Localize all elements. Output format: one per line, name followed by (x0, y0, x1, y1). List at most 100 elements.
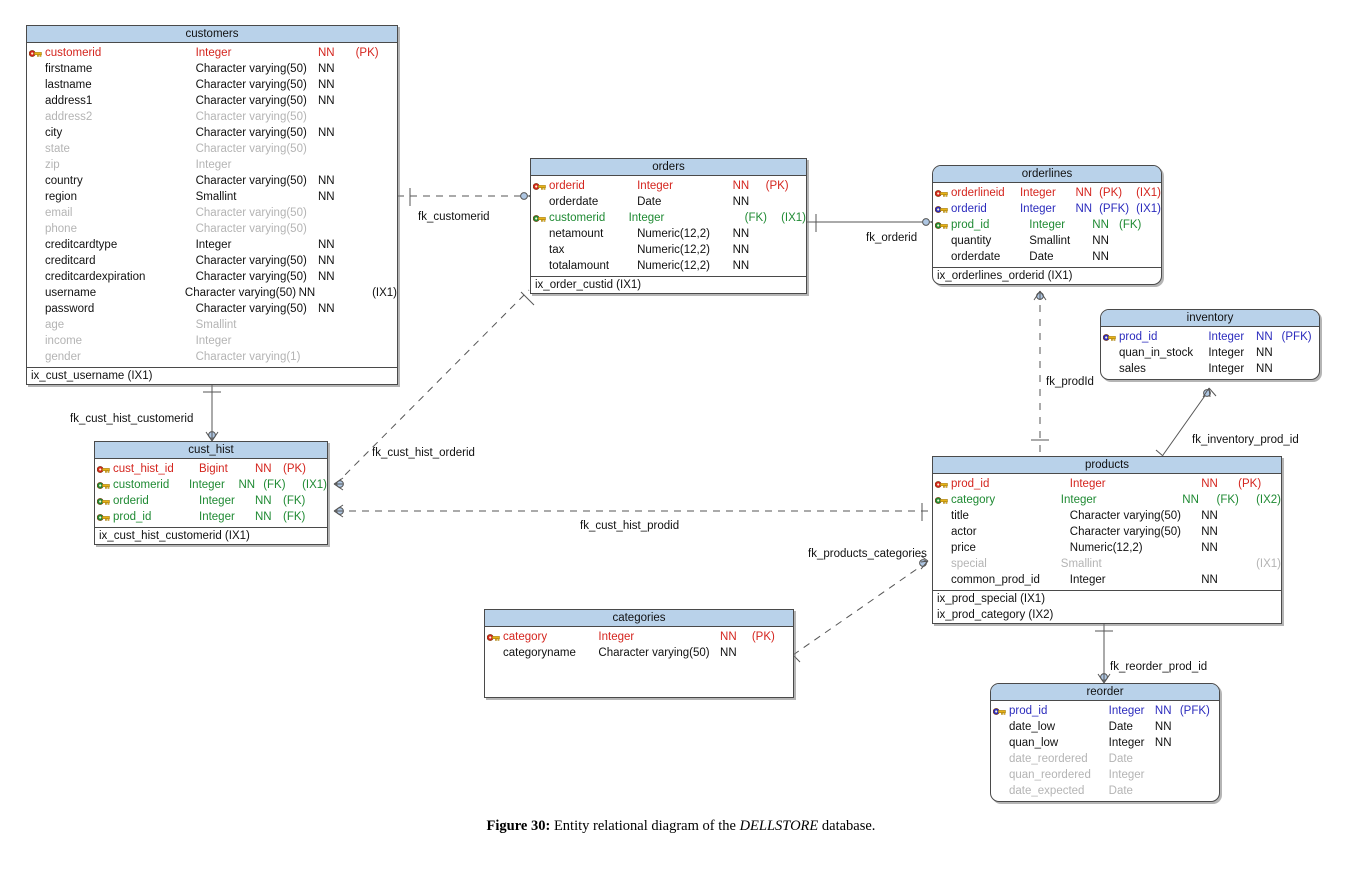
column-row[interactable]: quan_in_stock Integer NN (1101, 345, 1319, 361)
column-row[interactable]: email Character varying(50) (27, 205, 397, 221)
column-row[interactable]: city Character varying(50) NN (27, 125, 397, 141)
column-row[interactable]: username Character varying(50) NN (IX1) (27, 285, 397, 301)
column-row[interactable]: orderdate Date NN (531, 194, 806, 210)
relationship-label-fk_cust_hist_orderid: fk_cust_hist_orderid (372, 447, 475, 459)
column-row[interactable]: prod_id Integer NN (PFK) (991, 703, 1219, 719)
column-type: Date (1108, 753, 1133, 765)
column-name: orderlineid (951, 187, 1005, 199)
column-row[interactable]: address2 Character varying(50) (27, 109, 397, 125)
column-name: category (951, 494, 996, 506)
column-row[interactable]: customerid Integer NN (FK) (IX1) (95, 477, 327, 493)
column-name: quan_reordered (1009, 769, 1091, 781)
column-row[interactable]: phone Character varying(50) (27, 221, 397, 237)
column-row[interactable]: prod_id Integer NN (FK) (95, 509, 327, 525)
column-row[interactable]: password Character varying(50) NN (27, 301, 397, 317)
erd-canvas: customers customerid Integer NN (PK) firstnam… (0, 0, 1362, 875)
column-row[interactable]: orderid Integer NN (FK) (95, 493, 327, 509)
column-row[interactable]: actor Character varying(50) NN (933, 524, 1281, 540)
column-row[interactable]: special Smallint (IX1) (933, 556, 1281, 572)
column-row[interactable]: orderid Integer NN (PK) (531, 178, 806, 194)
relationship-label-fk_customerid: fk_customerid (418, 211, 490, 223)
column-row[interactable]: quantity Smallint NN (933, 233, 1161, 249)
column-row[interactable]: creditcard Character varying(50) NN (27, 253, 397, 269)
link-fk_inventory_prod_id (1155, 387, 1217, 463)
column-name: password (45, 303, 95, 315)
column-type: Integer (1069, 478, 1106, 490)
column-row[interactable]: orderdate Date NN (933, 249, 1161, 265)
relationship-label-fk_reorder_prod_id: fk_reorder_prod_id (1110, 661, 1208, 673)
primary-foreign-key-icon (933, 205, 949, 214)
column-name: category (503, 631, 548, 643)
entity-orderlines[interactable]: orderlines orderlineid Integer NN (PK) (IX1) o… (932, 165, 1162, 285)
column-row[interactable]: cust_hist_id Bigint NN (PK) (95, 461, 327, 477)
column-row[interactable]: zip Integer (27, 157, 397, 173)
index-row: ix_cust_hist_customerid (IX1) (99, 530, 250, 542)
column-name: creditcardexpiration (45, 271, 146, 283)
column-row[interactable]: price Numeric(12,2) NN (933, 540, 1281, 556)
column-row[interactable]: lastname Character varying(50) NN (27, 77, 397, 93)
column-nullability: NN (317, 79, 335, 91)
column-row[interactable]: creditcardtype Integer NN (27, 237, 397, 253)
column-name: quantity (951, 235, 992, 247)
column-row[interactable]: tax Numeric(12,2) NN (531, 242, 806, 258)
column-type: Smallint (1029, 235, 1071, 247)
relationship-label-fk_prodId: fk_prodId (1046, 376, 1094, 388)
column-type: Character varying(50) (195, 79, 307, 91)
column-row[interactable]: age Smallint (27, 317, 397, 333)
column-row[interactable]: orderid Integer NN (PFK) (IX1) (933, 201, 1161, 217)
figure-caption-text-after: database. (818, 818, 876, 834)
column-row[interactable]: income Integer (27, 333, 397, 349)
column-type: Integer (195, 239, 232, 251)
column-row[interactable]: quan_low Integer NN (991, 735, 1219, 751)
column-nullability: NN (1182, 494, 1199, 506)
column-row[interactable]: title Character varying(50) NN (933, 508, 1281, 524)
column-row[interactable]: prod_id Integer NN (PFK) (1101, 329, 1319, 345)
column-row[interactable]: sales Integer NN (1101, 361, 1319, 377)
column-key-flag: (PFK) (1281, 331, 1312, 343)
column-row[interactable]: categoryname Character varying(50) NN (485, 645, 793, 661)
entity-customers[interactable]: customers customerid Integer NN (PK) firstnam… (26, 25, 398, 385)
column-name: phone (45, 223, 77, 235)
column-type: Bigint (199, 463, 228, 475)
column-row[interactable]: common_prod_id Integer NN (933, 572, 1281, 588)
column-row[interactable]: totalamount Numeric(12,2) NN (531, 258, 806, 274)
figure-caption-text-before: Entity relational diagram of the (550, 818, 740, 834)
column-row[interactable]: customerid Integer (FK) (IX1) (531, 210, 806, 226)
column-row[interactable]: date_reordered Date (991, 751, 1219, 767)
column-row[interactable]: quan_reordered Integer (991, 767, 1219, 783)
column-type: Integer (1108, 769, 1145, 781)
column-key-flag: (FK) (263, 479, 286, 491)
column-row[interactable]: creditcardexpiration Character varying(50… (27, 269, 397, 285)
column-row[interactable]: firstname Character varying(50) NN (27, 61, 397, 77)
column-index-flag: (IX1) (1136, 187, 1161, 199)
column-nullability: NN (1256, 331, 1273, 343)
column-row[interactable]: date_expected Date (991, 783, 1219, 799)
column-row[interactable]: country Character varying(50) NN (27, 173, 397, 189)
column-row[interactable]: address1 Character varying(50) NN (27, 93, 397, 109)
entity-orders[interactable]: orders orderid Integer NN (PK) orderdate Date N… (530, 158, 807, 294)
column-row[interactable]: customerid Integer NN (PK) (27, 45, 397, 61)
entity-categories[interactable]: categories category Integer NN (PK) categoryn… (484, 609, 794, 698)
column-row[interactable]: prod_id Integer NN (PK) (933, 476, 1281, 492)
entity-inventory[interactable]: inventory prod_id Integer NN (PFK) quan_in_st… (1100, 309, 1320, 380)
figure-caption-emphasis: DELLSTORE (739, 818, 819, 834)
column-row[interactable]: date_low Date NN (991, 719, 1219, 735)
entity-reorder[interactable]: reorder prod_id Integer NN (PFK) date_low Date… (990, 683, 1220, 802)
column-row[interactable]: prod_id Integer NN (FK) (933, 217, 1161, 233)
column-row[interactable]: category Integer NN (PK) (485, 629, 793, 645)
column-row[interactable]: region Smallint NN (27, 189, 397, 205)
column-row[interactable]: category Integer NN (FK) (IX2) (933, 492, 1281, 508)
column-row[interactable]: netamount Numeric(12,2) NN (531, 226, 806, 242)
primary-key-icon (933, 480, 949, 489)
column-type: Integer (1029, 219, 1066, 231)
entity-products[interactable]: products prod_id Integer NN (PK) category Inte… (932, 456, 1282, 624)
column-row[interactable]: state Character varying(50) (27, 141, 397, 157)
link-fk_orderid (806, 214, 941, 232)
column-type: Character varying(50) (195, 95, 307, 107)
column-type: Character varying(1) (195, 351, 301, 363)
entity-cust_hist[interactable]: cust_hist cust_hist_id Bigint NN (PK) custome… (94, 441, 328, 545)
column-row[interactable]: gender Character varying(1) (27, 349, 397, 365)
column-key-flag: (PK) (765, 180, 789, 192)
column-row[interactable]: orderlineid Integer NN (PK) (IX1) (933, 185, 1161, 201)
column-nullability: NN (732, 180, 750, 192)
